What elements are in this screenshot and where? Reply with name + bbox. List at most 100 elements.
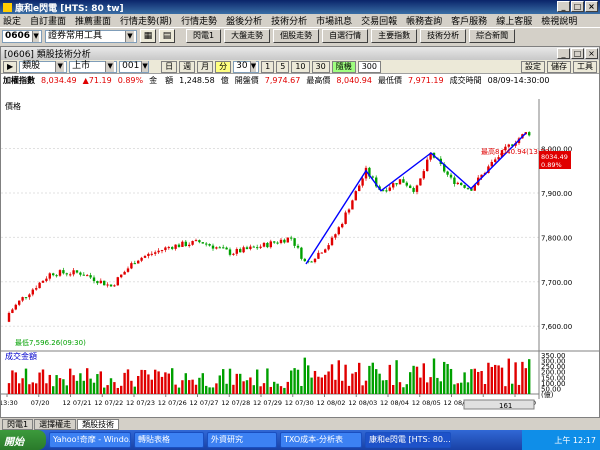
settings-button[interactable]: 設定 [521,60,545,73]
taskbar-item[interactable]: 康和e閃電 [HTS: 80... [365,432,451,448]
candle-body [354,191,357,201]
menu-item[interactable]: 推薦畫面 [75,14,111,27]
group-code-select[interactable]: 001 ▼ [119,60,150,73]
menu-item[interactable]: 交易回報 [361,14,397,27]
toolbar-button[interactable]: 閃電1 [186,29,222,43]
period-week-button[interactable]: 週 [179,60,196,73]
bottom-tabs: 閃電1 選擇權走 類股技術 [0,418,600,430]
period-minute-button[interactable]: 分 [215,60,232,73]
step-button[interactable]: 5 [276,60,290,73]
menu-item[interactable]: 設定 [3,14,21,27]
toolbar-button[interactable]: 綜合新聞 [469,29,516,43]
candle-body [92,277,96,282]
mode-button[interactable]: 隨機 [331,60,356,73]
menu-item[interactable]: 客戶服務 [451,14,487,27]
taskbar-item[interactable]: 轉貼表格 [134,432,204,448]
candlestick-chart[interactable]: 價格 成交金額 8,000.007,900.007,800.007,700.00… [0,99,599,417]
tab-flash[interactable]: 閃電1 [2,418,34,430]
candle-body [181,241,184,247]
candle-body [232,253,235,255]
toolbar-button[interactable]: 自選行情 [322,29,369,43]
calculator-icon[interactable]: ▦ [140,29,156,43]
market-value: 上市 [72,61,91,71]
menu-item[interactable]: 市場訊息 [316,14,352,27]
candle-body [177,244,181,247]
toolbar-button[interactable]: 個股走勢 [273,29,320,43]
taskbar-item[interactable]: TXO成本-分析表 [280,432,362,448]
save-button[interactable]: 儲存 [547,60,571,73]
candle-body [266,242,269,248]
volume-bar [334,379,337,394]
chevron-down-icon: ▼ [125,30,134,42]
step-button[interactable]: 10 [291,60,310,73]
chevron-down-icon: ▼ [32,30,39,42]
period-month-button[interactable]: 月 [197,60,214,73]
period-day-button[interactable]: 日 [161,60,178,73]
close-button[interactable]: × [585,1,598,12]
volume-bar [160,376,164,394]
tools-select[interactable]: 證券常用工具 ▼ [45,29,137,43]
volume-bar [398,382,402,394]
candle-body [249,246,252,250]
menu-item[interactable]: 線上客服 [496,14,532,27]
chart-area[interactable]: 價格 成交金額 8,000.00 7,900.00 7,800.00 7,700.00… [0,99,599,417]
index-pct: 0.89% [117,75,144,85]
market-select[interactable]: 上市 ▼ [69,60,118,73]
code-select[interactable]: 0606 ▼ [2,29,42,43]
toolbar-button[interactable]: 大盤走勢 [224,29,271,43]
toolbar-button[interactable]: 技術分析 [420,29,467,43]
menu-item[interactable]: 自訂畫面 [30,14,66,27]
start-button[interactable]: 開始 [0,430,46,450]
taskbar-item[interactable]: 外資研究 [207,432,277,448]
candle-body [198,240,201,243]
pane-maximize-button[interactable]: □ [571,48,584,59]
tab-tech[interactable]: 類股技術 [77,418,120,430]
volume-bar [92,382,96,394]
category-select[interactable]: 類股 ▼ [19,60,68,73]
time-value: 08/09-14:30:00 [487,75,550,85]
candle-body [113,285,116,287]
candle-body [99,280,102,284]
volume-bar [259,386,262,394]
play-icon[interactable]: ▶ [3,60,18,73]
maximize-button[interactable]: □ [571,1,584,12]
chevron-down-icon: ▼ [55,61,65,72]
candle-body [460,182,463,186]
x-tick-label: 12 07/26 [158,399,187,407]
volume-bar [456,383,459,394]
low-label: 最低價 [377,75,402,85]
tools-button[interactable]: 工具 [573,60,597,73]
tab-options[interactable]: 選擇權走 [34,418,77,430]
toolbar-button[interactable]: 主要指數 [371,29,418,43]
volume-bar [174,384,177,394]
volume-bar [521,361,524,394]
volume-bar [211,387,215,394]
minimize-button[interactable]: _ [557,1,570,12]
last-price-value: 8034.49 [541,153,568,161]
step-button[interactable]: 1 [261,60,275,73]
volume-bar [89,378,92,394]
price-tick: 7,600.00 [541,323,572,331]
candle-body [293,238,296,246]
low-annotation: 最低7,596.26(09:30) [15,338,86,347]
candle-body [133,263,136,265]
menu-item[interactable]: 盤後分析 [226,14,262,27]
high-label: 最高價 [306,75,331,85]
pane-titlebar: [0606] 類股技術分析 _ □ × [1,47,599,60]
pane-minimize-button[interactable]: _ [557,48,570,59]
candle-body [398,179,402,185]
menu-item[interactable]: 行情走勢 [181,14,217,27]
pane-close-button[interactable]: × [585,48,598,59]
volume-bar [517,384,521,394]
menu-item[interactable]: 檢視說明 [541,14,577,27]
layout-icon[interactable]: ▤ [159,29,175,43]
menu-item[interactable]: 帳務查詢 [406,14,442,27]
step-button[interactable]: 30 [311,60,330,73]
interval-select[interactable]: 30 ▼ [233,60,260,73]
candle-body [466,187,470,189]
candle-body [72,270,75,275]
menu-item[interactable]: 行情走勢(期) [120,14,172,27]
menu-item[interactable]: 技術分析 [271,14,307,27]
count-input[interactable]: 300 [357,60,381,73]
taskbar-item[interactable]: Yahoo!奇摩 - Windo... [49,432,131,448]
